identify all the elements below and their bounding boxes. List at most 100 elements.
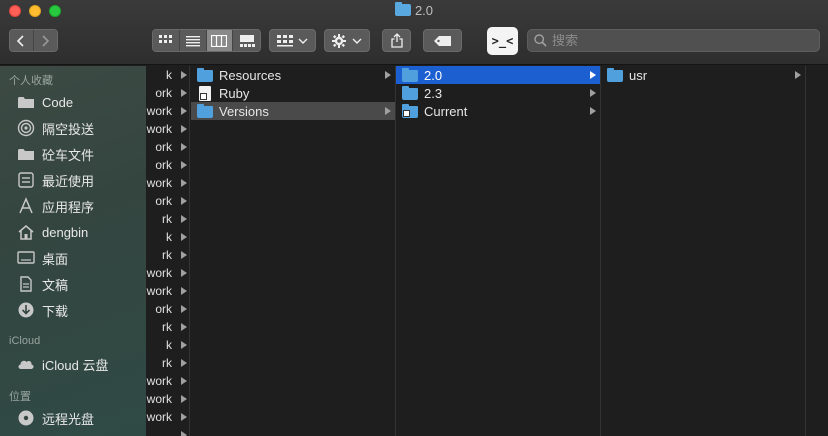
- column-row[interactable]: rk: [146, 246, 189, 264]
- row-label: Current: [424, 103, 468, 119]
- folder-icon: [197, 68, 213, 82]
- column-row-versions[interactable]: Versions: [191, 102, 395, 120]
- titlebar: 2.0 >_< 搜索: [0, 0, 828, 65]
- desktop-icon: [17, 249, 35, 267]
- column-row[interactable]: rk: [146, 210, 189, 228]
- column-row-current[interactable]: Current: [396, 102, 600, 120]
- airdrop-icon: [17, 119, 35, 137]
- folder-icon: [394, 2, 411, 16]
- terminal-icon: >_<: [491, 34, 514, 48]
- gallery-view-button[interactable]: [233, 30, 260, 51]
- icon-view-button[interactable]: [153, 30, 180, 51]
- column-row[interactable]: [146, 426, 189, 436]
- column-row[interactable]: rk: [146, 318, 189, 336]
- share-icon: [390, 33, 403, 48]
- row-label: rk: [162, 212, 172, 226]
- disclosure-arrow-icon: [181, 377, 187, 385]
- sidebar-item-recents[interactable]: 最近使用: [17, 169, 94, 191]
- column-row[interactable]: k: [146, 336, 189, 354]
- row-label: ork: [155, 140, 172, 154]
- sidebar-item-desktop[interactable]: 桌面: [17, 247, 68, 269]
- chevron-down-icon: [298, 38, 308, 44]
- sidebar-item-remote-disc[interactable]: 远程光盘: [17, 407, 94, 429]
- column-view-button[interactable]: [206, 30, 234, 51]
- column-row-usr[interactable]: usr: [601, 66, 805, 84]
- back-button[interactable]: [10, 30, 34, 51]
- sidebar-item-label: 最近使用: [42, 173, 95, 189]
- row-label: work: [146, 122, 172, 136]
- row-label: work: [146, 284, 172, 298]
- column-row[interactable]: ork: [146, 84, 189, 102]
- column-row[interactable]: ork: [146, 156, 189, 174]
- column-row[interactable]: ork: [146, 192, 189, 210]
- column-row-2-0[interactable]: 2.0: [396, 66, 600, 84]
- column-row[interactable]: work: [146, 372, 189, 390]
- column-row[interactable]: work: [146, 264, 189, 282]
- column-row[interactable]: work: [146, 408, 189, 426]
- column-row[interactable]: work: [146, 102, 189, 120]
- documents-icon: [17, 275, 35, 293]
- group-by-button[interactable]: [269, 29, 316, 52]
- folder-icon: [17, 145, 35, 163]
- tags-button[interactable]: [423, 29, 462, 52]
- column-row-2-3[interactable]: 2.3: [396, 84, 600, 102]
- forward-button[interactable]: [33, 30, 57, 51]
- sidebar-item-airdrop[interactable]: 隔空投送: [17, 117, 94, 139]
- folder-icon: [197, 104, 213, 118]
- action-menu-button[interactable]: [324, 29, 370, 52]
- sidebar-item-home[interactable]: dengbin: [17, 221, 88, 243]
- sidebar-item-applications[interactable]: 应用程序: [17, 195, 94, 217]
- row-label: k: [166, 338, 172, 352]
- row-label: ork: [155, 302, 172, 316]
- disclosure-arrow-icon: [181, 413, 187, 421]
- browser-column-0: k ork work work ork ork work ork rk k rk work work or…: [146, 66, 190, 436]
- sidebar-item-folder[interactable]: 砼车文件: [17, 143, 94, 165]
- window-title: 2.0: [0, 2, 828, 20]
- grid-icon: [158, 34, 172, 43]
- row-label: usr: [629, 67, 648, 83]
- list-view-button[interactable]: [179, 30, 207, 51]
- alias-folder-icon: [402, 104, 418, 118]
- disclosure-arrow-icon: [181, 107, 187, 115]
- row-label: Versions: [219, 103, 269, 119]
- column-row[interactable]: work: [146, 120, 189, 138]
- columns-icon: [211, 34, 228, 47]
- column-row-resources[interactable]: Resources: [191, 66, 395, 84]
- sidebar-item-label: 隔空投送: [42, 121, 95, 137]
- gear-icon: [332, 33, 346, 48]
- column-row[interactable]: k: [146, 66, 189, 84]
- search-field[interactable]: [527, 29, 820, 52]
- view-mode-control: [152, 29, 261, 52]
- disclosure-arrow-icon: [181, 269, 187, 277]
- row-label: work: [146, 176, 172, 190]
- column-row-ruby[interactable]: Ruby: [191, 84, 395, 102]
- search-input[interactable]: [552, 33, 802, 48]
- share-button[interactable]: [382, 29, 411, 52]
- browser-column-3: usr: [601, 66, 806, 436]
- sidebar-item-label: Code: [42, 94, 74, 110]
- home-icon: [17, 223, 35, 241]
- column-row[interactable]: ork: [146, 138, 189, 156]
- column-row[interactable]: rk: [146, 354, 189, 372]
- row-label: rk: [162, 248, 172, 262]
- row-label: 2.3: [424, 85, 443, 101]
- sidebar-item-code[interactable]: Code: [17, 91, 73, 113]
- sidebar-item-label: 砼车文件: [42, 147, 95, 163]
- row-label: ork: [155, 86, 172, 100]
- back-forward-control: [9, 29, 58, 52]
- row-label: work: [146, 266, 172, 280]
- column-row[interactable]: k: [146, 228, 189, 246]
- row-label: ork: [155, 194, 172, 208]
- disclosure-arrow-icon: [181, 89, 187, 97]
- column-row[interactable]: ork: [146, 300, 189, 318]
- sidebar-item-label: iCloud 云盘: [42, 357, 109, 373]
- column-row[interactable]: work: [146, 282, 189, 300]
- disclosure-arrow-icon: [181, 305, 187, 313]
- sidebar-item-documents[interactable]: 文稿: [17, 273, 68, 295]
- terminal-button[interactable]: >_<: [487, 27, 518, 55]
- sidebar: 个人收藏 Code 隔空投送 砼车文件 最近使用 应用程序 dengbin 桌面: [0, 66, 146, 436]
- column-row[interactable]: work: [146, 174, 189, 192]
- column-row[interactable]: work: [146, 390, 189, 408]
- sidebar-item-downloads[interactable]: 下载: [17, 299, 68, 321]
- sidebar-item-icloud-drive[interactable]: iCloud 云盘: [17, 353, 108, 375]
